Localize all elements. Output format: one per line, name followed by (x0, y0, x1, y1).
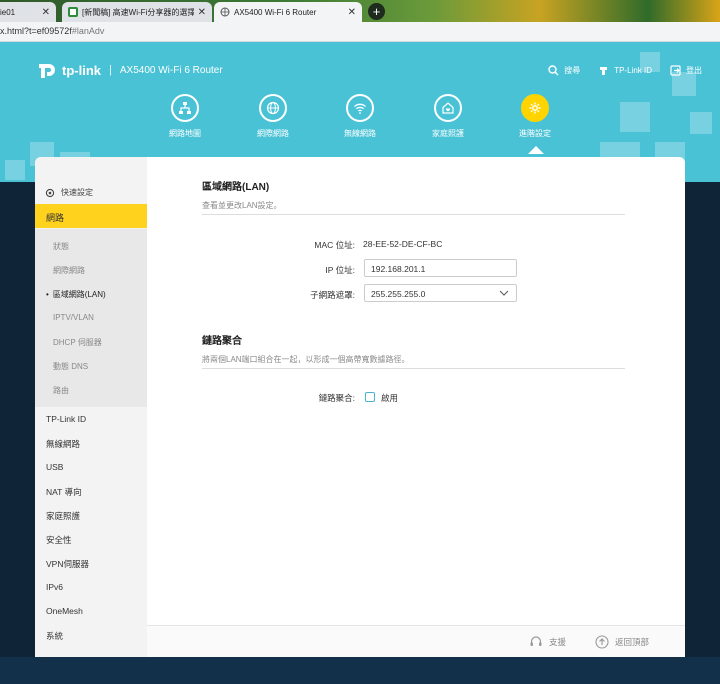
support-label: 支援 (549, 637, 567, 647)
tplink-id-label: TP-Link ID (614, 65, 652, 75)
browser-tab-active[interactable]: AX5400 Wi-Fi 6 Router ✕ (214, 2, 362, 22)
headset-icon (530, 636, 542, 646)
address-bar[interactable]: x.html?t=ef09572f#lanAdv (0, 22, 720, 42)
mac-value: 28-EE-52-DE-CF-BC (363, 239, 443, 249)
sidebar-item-onemesh[interactable]: OneMesh (46, 606, 83, 616)
sidebar-submenu: 狀態 網際網路 區域網路(LAN) IPTV/VLAN DHCP 伺服器 動態 … (35, 229, 147, 407)
sidebar-item-ipv6[interactable]: IPv6 (46, 582, 63, 592)
search-icon (548, 64, 559, 75)
chevron-down-icon (499, 290, 509, 296)
browser-tab[interactable]: [新聞稿] 高速Wi-Fi分享器的選擇 ✕ (62, 2, 212, 22)
brand-separator: | (109, 64, 112, 76)
wifi-icon (354, 103, 366, 114)
sidebar-subitem-internet[interactable]: 網際網路 (53, 265, 85, 276)
sidebar-subitem-ddns[interactable]: 動態 DNS (53, 361, 88, 372)
sidebar-item-nat[interactable]: NAT 導向 (46, 486, 82, 498)
subnet-mask-value: 255.255.255.0 (371, 289, 426, 299)
tplink-id-link[interactable]: TP-Link ID (598, 65, 652, 76)
quick-setup-link[interactable]: 快速設定 (45, 187, 93, 198)
sidebar-item-usb[interactable]: USB (46, 462, 63, 472)
quick-setup-label: 快速設定 (61, 188, 93, 197)
search-link[interactable]: 搜尋 (548, 64, 581, 76)
link-aggregation-label: 鏈路聚合: (318, 393, 355, 403)
new-tab-button[interactable]: + (368, 3, 385, 20)
browser-tab[interactable]: ie01 ✕ (0, 2, 56, 22)
page-footer: 支援 返回頂部 (147, 625, 685, 657)
link-aggregation-subtitle: 將兩個LAN端口組合在一起，以形成一個高帶寬數據路徑。 (202, 355, 410, 364)
nav-label: 網路地圖 (169, 129, 201, 138)
tab-title: AX5400 Wi-Fi 6 Router (234, 7, 317, 17)
sidebar-subitem-status[interactable]: 狀態 (53, 241, 69, 252)
nav-advanced[interactable]: 進階設定 (505, 94, 565, 139)
close-icon[interactable]: ✕ (38, 7, 50, 18)
sidebar-item-vpn[interactable]: VPN伺服器 (46, 558, 89, 570)
sidebar: 快速設定 網路 狀態 網際網路 區域網路(LAN) IPTV/VLAN DHCP… (35, 157, 147, 657)
ip-label: IP 位址: (325, 265, 355, 275)
logout-link[interactable]: 登出 (670, 64, 702, 76)
sidebar-subitem-iptv[interactable]: IPTV/VLAN (53, 313, 94, 322)
sidebar-item-network[interactable]: 網路 (35, 204, 147, 228)
close-icon[interactable]: ✕ (344, 7, 356, 18)
sidebar-subitem-lan[interactable]: 區域網路(LAN) (46, 289, 106, 300)
divider (202, 368, 625, 369)
back-to-top-label: 返回頂部 (615, 637, 650, 647)
sidebar-item-security[interactable]: 安全性 (46, 534, 72, 546)
nav-pointer (528, 146, 544, 154)
gear-icon (529, 102, 541, 114)
favicon-icon (68, 7, 78, 17)
sidebar-item-home-care[interactable]: 家庭照護 (46, 510, 80, 522)
tab-title: [新聞稿] 高速Wi-Fi分享器的選擇 (82, 7, 194, 17)
arrow-up-icon (595, 635, 609, 649)
nav-label: 網際網路 (257, 129, 289, 138)
enable-aggregation-checkbox[interactable] (365, 392, 375, 402)
mac-label: MAC 位址: (314, 240, 355, 250)
nav-label: 無線網路 (344, 129, 376, 138)
tab-title: ie01 (0, 7, 16, 17)
lan-section-subtitle: 查看並更改LAN設定。 (202, 201, 282, 210)
globe-favicon-icon (220, 7, 230, 17)
router-model: AX5400 Wi-Fi 6 Router (119, 64, 223, 76)
sidebar-subitem-routing[interactable]: 路由 (53, 385, 69, 396)
close-icon[interactable]: ✕ (194, 7, 206, 18)
enable-aggregation-label[interactable]: 啟用 (381, 392, 398, 404)
divider (202, 214, 625, 215)
home-care-icon (442, 102, 454, 114)
sidebar-item-wireless[interactable]: 無線網路 (46, 438, 80, 450)
subnet-mask-select[interactable]: 255.255.255.0 (364, 284, 517, 302)
nav-label: 家庭照護 (432, 129, 464, 138)
sidebar-subitem-dhcp[interactable]: DHCP 伺服器 (53, 337, 102, 348)
gear-icon (45, 188, 55, 197)
nav-label: 進階設定 (519, 129, 551, 138)
network-map-icon (179, 102, 191, 114)
ip-address-input[interactable]: 192.168.201.1 (364, 259, 517, 277)
sidebar-item-tplink-id[interactable]: TP-Link ID (46, 414, 86, 424)
logout-label: 登出 (686, 65, 702, 75)
content-panel: 快速設定 網路 狀態 網際網路 區域網路(LAN) IPTV/VLAN DHCP… (35, 157, 685, 657)
link-aggregation-title: 鏈路聚合 (202, 336, 242, 347)
support-link[interactable]: 支援 (529, 635, 566, 649)
top-nav: 搜尋 TP-Link ID 登出 (548, 62, 720, 78)
nav-internet[interactable]: 網際網路 (243, 94, 303, 139)
browser-tab-bar: ie01 ✕ [新聞稿] 高速Wi-Fi分享器的選擇 ✕ AX5400 Wi-F… (0, 0, 720, 22)
logout-icon (670, 64, 681, 76)
url-text: x.html?t=ef09572f (0, 26, 72, 36)
globe-icon (266, 101, 280, 115)
nav-wireless[interactable]: 無線網路 (330, 94, 390, 139)
main-content: 區域網路(LAN) 查看並更改LAN設定。 MAC 位址: 28-EE-52-D… (147, 157, 685, 625)
page-bottom (0, 657, 720, 684)
sidebar-item-system[interactable]: 系統 (46, 630, 63, 642)
main-nav: 網路地圖 網際網路 無線網路 家庭照護 進階設定 (0, 94, 720, 154)
nav-home-care[interactable]: 家庭照護 (418, 94, 478, 139)
nav-network-map[interactable]: 網路地圖 (155, 94, 215, 139)
tplink-logo-icon (39, 64, 55, 78)
back-to-top-link[interactable]: 返回頂部 (595, 635, 649, 649)
tplink-logo[interactable]: tp-link | AX5400 Wi-Fi 6 Router (35, 58, 223, 82)
search-label: 搜尋 (564, 65, 581, 75)
url-hash: #lanAdv (71, 26, 105, 36)
tplink-id-icon (600, 66, 608, 75)
subnet-mask-label: 子網路遮罩: (310, 290, 355, 300)
lan-section-title: 區域網路(LAN) (202, 182, 270, 193)
brand-name: tp-link (62, 62, 101, 78)
